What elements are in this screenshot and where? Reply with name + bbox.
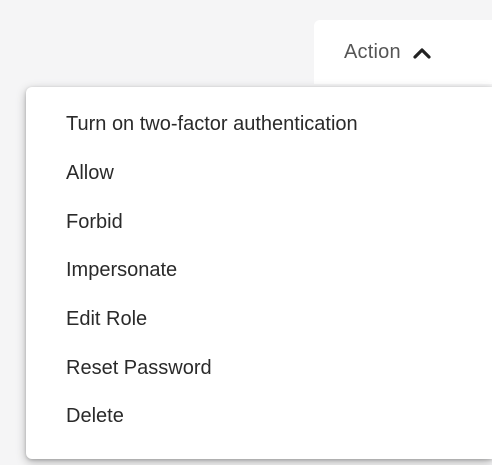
menu-item-delete[interactable]: Delete [26, 392, 492, 441]
menu-item-allow[interactable]: Allow [26, 149, 492, 198]
page: Action Turn on two-factor authentication… [0, 0, 492, 465]
action-dropdown-button[interactable]: Action [314, 20, 492, 84]
menu-item-forbid[interactable]: Forbid [26, 198, 492, 247]
menu-item-two-factor[interactable]: Turn on two-factor authentication [26, 107, 492, 149]
menu-item-impersonate[interactable]: Impersonate [26, 246, 492, 295]
chevron-up-icon [413, 46, 431, 60]
menu-item-reset-password[interactable]: Reset Password [26, 344, 492, 393]
action-button-label: Action [344, 40, 401, 63]
menu-item-edit-role[interactable]: Edit Role [26, 295, 492, 344]
action-dropdown-menu: Turn on two-factor authentication Allow … [26, 87, 492, 459]
